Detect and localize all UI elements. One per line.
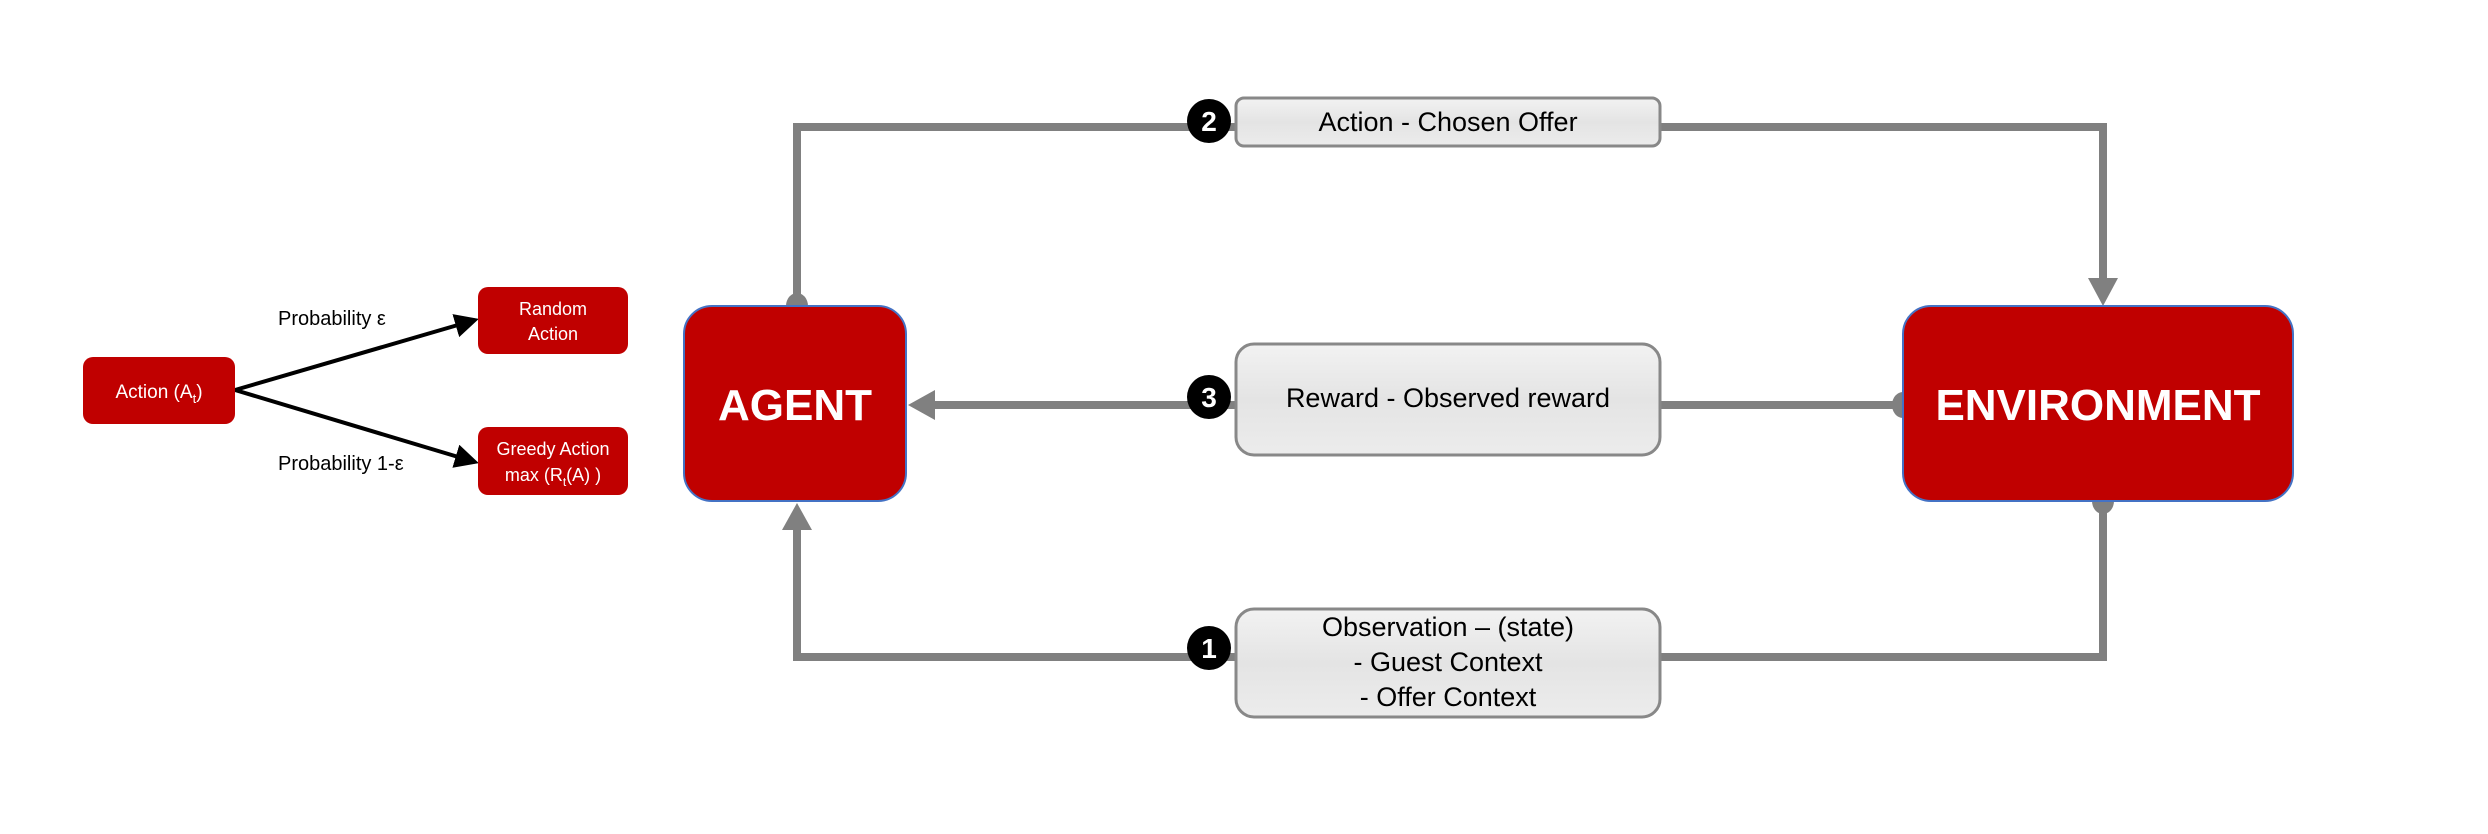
arrowhead-agent-bottom: [782, 503, 812, 530]
svg-text:AGENT: AGENT: [718, 381, 872, 430]
environment-box: ENVIRONMENT: [1902, 305, 2294, 502]
greedy-action-box: Greedy Action max (Rt(A) ): [478, 427, 628, 495]
arrowhead-agent-right: [908, 390, 935, 420]
arrowhead-env-top: [2088, 278, 2118, 306]
svg-text:Observation – (state): Observation – (state): [1322, 612, 1574, 642]
probability-one-minus-epsilon-label: Probability 1-ε: [278, 453, 404, 475]
svg-text:Action (At): Action (At): [115, 382, 202, 406]
svg-text:Reward - Observed reward: Reward - Observed reward: [1286, 383, 1610, 413]
probability-epsilon-label: Probability ε: [278, 308, 386, 330]
svg-text:3: 3: [1201, 382, 1217, 413]
step-badge-1: 1: [1187, 626, 1231, 670]
arrow-to-greedy: [234, 388, 479, 468]
svg-text:Greedy Action: Greedy Action: [496, 439, 609, 459]
svg-text:1: 1: [1201, 633, 1217, 664]
arrow-to-random: [234, 314, 479, 392]
step-3-reward-label: Reward - Observed reward: [1234, 342, 1662, 457]
svg-text:Action - Chosen Offer: Action - Chosen Offer: [1318, 107, 1577, 137]
svg-text:- Guest Context: - Guest Context: [1353, 647, 1543, 677]
step-1-observation-label: Observation – (state) - Guest Context - …: [1234, 607, 1662, 719]
rl-diagram: Action (At) Random Action Greedy Action …: [83, 96, 2294, 719]
step-badge-3: 3: [1187, 375, 1231, 419]
step-2-action-label: Action - Chosen Offer: [1234, 96, 1662, 148]
random-action-box: Random Action: [478, 287, 628, 354]
svg-text:Random: Random: [519, 299, 587, 319]
svg-text:2: 2: [1201, 106, 1217, 137]
svg-text:- Offer Context: - Offer Context: [1360, 682, 1537, 712]
step-badge-2: 2: [1187, 99, 1231, 143]
svg-text:Action: Action: [528, 324, 578, 344]
action-box: Action (At): [83, 357, 235, 424]
agent-box: AGENT: [683, 305, 907, 502]
svg-text:ENVIRONMENT: ENVIRONMENT: [1935, 381, 2260, 430]
action-connector: [793, 123, 2107, 306]
